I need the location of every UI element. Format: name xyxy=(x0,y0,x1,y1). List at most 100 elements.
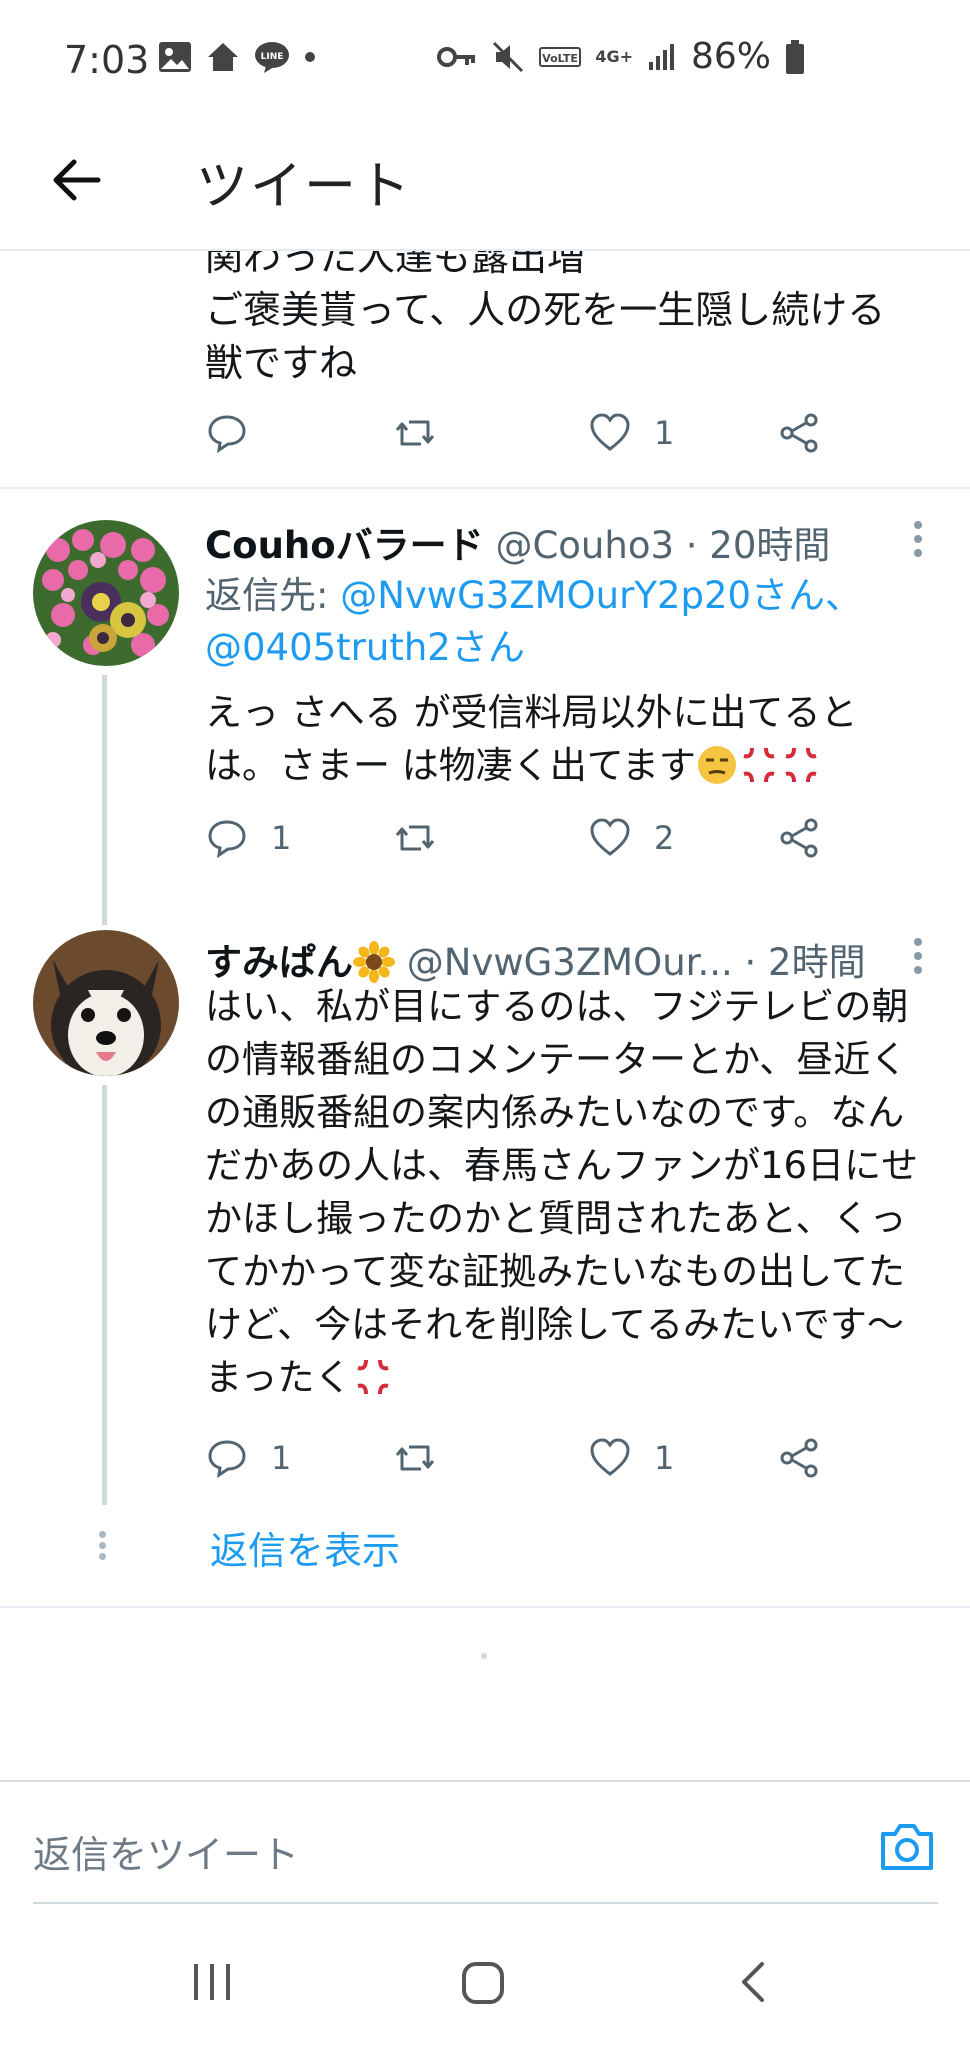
system-navigation-bar xyxy=(0,1930,970,2048)
user-handle[interactable]: @NvwG3ZMOur... xyxy=(407,941,733,984)
thread-line xyxy=(102,1085,107,1505)
share-icon xyxy=(780,1438,818,1478)
tweet-actions: 1 xyxy=(205,411,845,471)
share-button[interactable] xyxy=(777,816,821,860)
tweet-time[interactable]: · 20時間 xyxy=(686,524,831,567)
tweet-text-line: えっ さへる が受信料局以外に出てると xyxy=(205,691,858,734)
tweet-header: すみぱん @NvwG3ZMOur... · 2時間 xyxy=(205,932,866,986)
retweet-button[interactable] xyxy=(393,816,437,860)
network-type: 4G+ xyxy=(595,47,633,66)
status-time: 7:03 xyxy=(64,38,150,82)
svg-text:LINE: LINE xyxy=(261,52,284,62)
tweet-body: はい、私が目にするのは、フジテレビの朝の情報番組のコメンテーターとか、昼近くの通… xyxy=(205,985,919,1399)
mention-link[interactable]: @0405truth2さん xyxy=(205,626,525,669)
flower-avatar-image xyxy=(33,520,179,666)
anger-symbol-emoji-icon xyxy=(785,747,817,783)
reply-button[interactable]: 1 xyxy=(205,1436,291,1480)
dog-avatar-image xyxy=(33,930,179,1076)
retweet-button[interactable] xyxy=(393,1436,437,1480)
tweet-text: はい、私が目にするのは、フジテレビの朝の情報番組のコメンテーターとか、昼近くの通… xyxy=(205,980,925,1404)
reply-icon xyxy=(208,820,246,859)
share-button[interactable] xyxy=(777,411,821,455)
page-title: ツイート xyxy=(196,157,413,217)
volte-icon: VoLTE xyxy=(539,46,582,67)
home-icon xyxy=(208,43,238,71)
reply-icon xyxy=(208,1440,246,1479)
back-arrow-icon[interactable] xyxy=(48,152,104,208)
key-icon xyxy=(437,46,476,67)
home-button-icon[interactable] xyxy=(460,1960,506,2006)
more-options-icon[interactable] xyxy=(914,515,924,563)
show-replies-link[interactable]: 返信を表示 xyxy=(210,1520,400,1575)
reply-button[interactable]: 1 xyxy=(205,816,291,860)
reply-count: 1 xyxy=(271,819,292,857)
display-name[interactable]: すみぱん xyxy=(205,941,353,984)
share-icon xyxy=(780,413,818,453)
back-nav-icon[interactable] xyxy=(738,1960,768,2004)
more-notifications-icon xyxy=(305,52,315,62)
share-icon xyxy=(780,818,818,858)
heart-icon xyxy=(590,1438,630,1476)
tweet-divider xyxy=(0,487,970,489)
mention-link[interactable]: @NvwG3ZMOurY2p20さん、 xyxy=(340,574,862,617)
loading-indicator xyxy=(481,1653,487,1659)
battery-percent: 86% xyxy=(690,36,771,77)
heart-icon xyxy=(590,413,630,451)
like-count: 1 xyxy=(654,414,675,452)
svg-text:VoLTE: VoLTE xyxy=(542,52,578,65)
tweet-text-line: ご褒美貰って、人の死を一生隠し続ける xyxy=(205,288,886,332)
status-bar: 7:03 LINE VoLTE 4G+ 86% xyxy=(0,0,970,130)
avatar[interactable] xyxy=(33,520,179,666)
anger-symbol-emoji-icon xyxy=(357,1359,389,1395)
line-app-icon: LINE xyxy=(255,42,289,73)
tweet-text-line: は。さまー は物凄く出てます xyxy=(205,744,696,787)
tweet-text-line-2: は。さまー は物凄く出てます xyxy=(205,739,925,792)
more-options-icon[interactable] xyxy=(914,932,924,980)
composer-underline xyxy=(33,1902,938,1904)
status-right-icons: VoLTE 4G+ 86% xyxy=(437,36,805,77)
retweet-icon xyxy=(395,420,435,446)
anger-symbol-emoji-icon xyxy=(743,747,775,783)
tweet-text: えっ さへる が受信料局以外に出てると は。さまー は物凄く出てます xyxy=(205,686,925,792)
previous-tweet[interactable]: 関わった人達も露出増 ご褒美貰って、人の死を一生隠し続ける 獣ですね 1 xyxy=(0,251,970,487)
like-button[interactable]: 1 xyxy=(588,1436,674,1480)
reply-count: 1 xyxy=(271,1439,292,1477)
battery-icon xyxy=(786,39,804,74)
mute-icon xyxy=(493,41,524,72)
app-header: ツイート xyxy=(0,130,970,250)
reply-composer: 返信をツイート xyxy=(0,1780,970,1906)
user-handle[interactable]: @Couho3 xyxy=(495,524,674,567)
tweet-actions: 1 1 xyxy=(205,1436,845,1496)
recent-apps-icon[interactable] xyxy=(190,1960,234,2004)
tweet-header: Couhoバラード @Couho3 · 20時間 xyxy=(205,515,830,569)
thread-continuation-dots xyxy=(99,1527,106,1564)
share-button[interactable] xyxy=(777,1436,821,1480)
like-button[interactable]: 2 xyxy=(588,816,674,860)
tweet-actions: 1 2 xyxy=(205,816,845,876)
sunflower-emoji-icon xyxy=(353,941,395,983)
tweet-time[interactable]: · 2時間 xyxy=(745,941,866,984)
camera-icon[interactable] xyxy=(878,1820,936,1872)
display-name[interactable]: Couhoバラード xyxy=(205,524,484,567)
tweet-divider xyxy=(0,1606,970,1608)
reply-icon xyxy=(208,415,246,454)
tweet-text-line: 関わった人達も露出増 xyxy=(205,251,586,279)
avatar[interactable] xyxy=(33,930,179,1076)
reply-input[interactable]: 返信をツイート xyxy=(33,1824,299,1879)
reply-to: 返信先: @NvwG3ZMOurY2p20さん、 @0405truth2さん xyxy=(205,570,925,674)
like-count: 1 xyxy=(654,1439,675,1477)
unamused-face-emoji-icon xyxy=(697,746,736,784)
like-count: 2 xyxy=(654,819,675,857)
retweet-icon xyxy=(395,1445,435,1471)
tweet-text-line: 獣ですね xyxy=(205,341,358,385)
retweet-icon xyxy=(395,825,435,851)
heart-icon xyxy=(590,818,630,856)
reply-button[interactable] xyxy=(205,411,249,455)
status-notification-icons: LINE xyxy=(158,40,316,74)
tweet-text: 関わった人達も露出増 ご褒美貰って、人の死を一生隠し続ける 獣ですね xyxy=(205,251,925,390)
gallery-icon xyxy=(159,42,191,72)
thread-line xyxy=(102,675,107,925)
like-button[interactable]: 1 xyxy=(588,411,674,455)
composer-divider xyxy=(0,1780,970,1782)
retweet-button[interactable] xyxy=(393,411,437,455)
